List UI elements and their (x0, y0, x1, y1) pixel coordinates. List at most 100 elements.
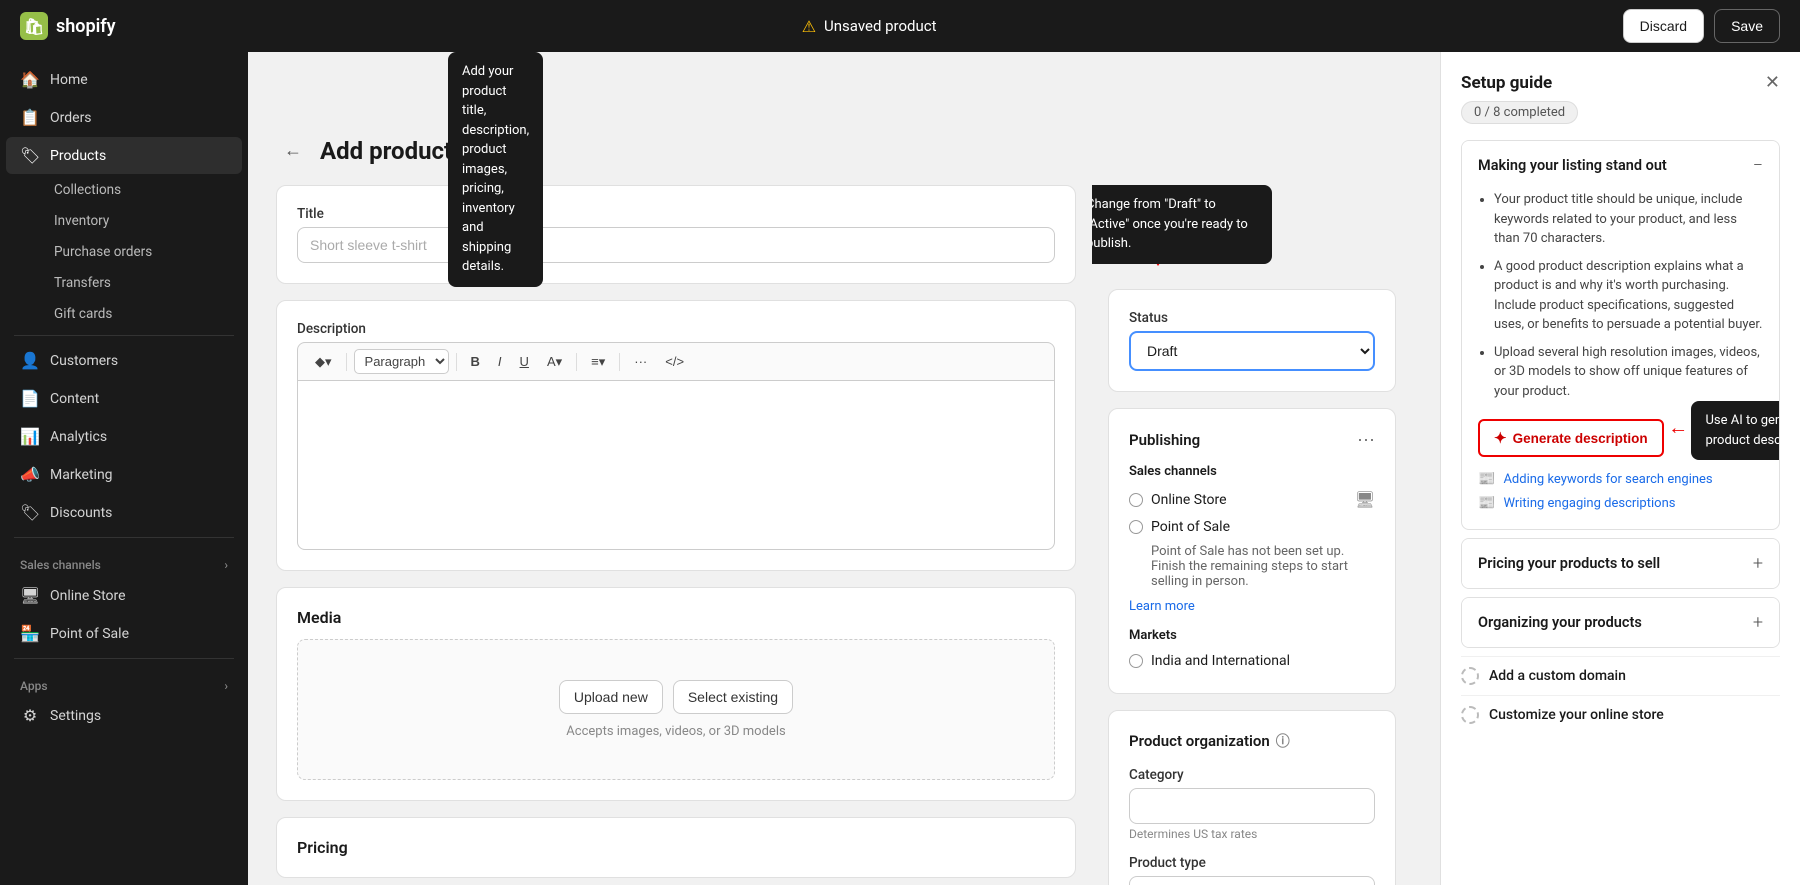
pos-icon: 🏪 (20, 624, 40, 643)
sidebar-item-online-store[interactable]: 🖥 Online Store (6, 577, 242, 614)
sidebar-item-label: Settings (50, 708, 101, 724)
discounts-icon: 🏷 (20, 503, 40, 522)
channel-radio-pos (1129, 520, 1143, 534)
guide-task-custom-domain[interactable]: Add a custom domain (1461, 656, 1780, 695)
toolbar-sep-2 (456, 353, 457, 371)
sidebar-item-products[interactable]: 🏷 Products (6, 137, 242, 174)
product-type-input[interactable] (1129, 876, 1375, 885)
guide-link-keywords-icon: 📰 (1478, 471, 1495, 487)
sidebar-item-home[interactable]: 🏠 Home (6, 61, 242, 98)
sidebar-item-customers[interactable]: 👤 Customers (6, 342, 242, 379)
sparkle-icon: ✦ (1494, 429, 1507, 447)
guide-bullet-2: A good product description explains what… (1494, 257, 1763, 335)
guide-section-pricing-header[interactable]: Pricing your products to sell + (1462, 539, 1779, 588)
guide-link-descriptions[interactable]: 📰 Writing engaging descriptions (1478, 491, 1763, 515)
sidebar-item-orders[interactable]: 📋 Orders (6, 99, 242, 136)
title-label: Title (297, 206, 1055, 222)
sidebar-divider-2 (14, 537, 234, 538)
media-upload-area: Upload new Select existing Accepts image… (297, 639, 1055, 780)
channel-item-online-store: Online Store 🖥 (1129, 485, 1375, 514)
toolbar-align[interactable]: ≡▾ (584, 350, 612, 374)
analytics-icon: 📊 (20, 427, 40, 446)
toolbar-code[interactable]: </> (658, 350, 691, 373)
sidebar-item-content[interactable]: 📄 Content (6, 380, 242, 417)
sales-channels-label: Sales channels (1129, 464, 1375, 479)
toolbar-format-btn[interactable]: ◆▾ (308, 350, 339, 374)
customers-icon: 👤 (20, 351, 40, 370)
media-card: Media Upload new Select existing Accepts… (276, 587, 1076, 801)
status-card: Status Draft Active (1108, 289, 1396, 392)
task-circle-custom-domain (1461, 667, 1479, 685)
marketing-icon: 📣 (20, 465, 40, 484)
task-label-custom-domain: Add a custom domain (1489, 668, 1626, 684)
sidebar-item-point-of-sale[interactable]: 🏪 Point of Sale (6, 615, 242, 652)
pricing-card: Pricing (276, 817, 1076, 878)
sidebar-products-submenu: Collections Inventory Purchase orders Tr… (0, 175, 248, 329)
save-button[interactable]: Save (1714, 9, 1780, 43)
guide-link-descriptions-icon: 📰 (1478, 495, 1495, 511)
warning-icon: ⚠ (802, 17, 816, 36)
setup-guide-close-button[interactable]: ✕ (1765, 72, 1780, 93)
sidebar-item-purchase-orders[interactable]: Purchase orders (44, 237, 242, 267)
two-col-layout: Title Description ◆▾ Paragraph B I (276, 185, 1412, 885)
top-nav-right: Discard Save (1623, 9, 1780, 43)
product-type-label: Product type (1129, 855, 1375, 871)
guide-section-listing-header[interactable]: Making your listing stand out − (1462, 141, 1779, 190)
toolbar-bold[interactable]: B (464, 350, 487, 373)
sidebar-item-inventory[interactable]: Inventory (44, 206, 242, 236)
description-label: Description (297, 321, 1055, 337)
top-nav-center: ⚠ Unsaved product (802, 17, 937, 36)
guide-section-listing-toggle: − (1753, 155, 1763, 176)
sidebar-item-transfers[interactable]: Transfers (44, 268, 242, 298)
publishing-more-button[interactable]: ··· (1357, 429, 1375, 450)
guide-task-customize-store[interactable]: Customize your online store (1461, 695, 1780, 734)
task-label-customize-store: Customize your online store (1489, 707, 1664, 723)
org-title: Product organization ⓘ (1129, 731, 1375, 751)
sidebar-item-collections[interactable]: Collections (44, 175, 242, 205)
category-hint: Determines US tax rates (1129, 827, 1375, 841)
toolbar-underline[interactable]: U (513, 350, 536, 373)
toolbar-sep-1 (346, 353, 347, 371)
guide-bullet-1: Your product title should be unique, inc… (1494, 190, 1763, 249)
sidebar-item-analytics[interactable]: 📊 Analytics (6, 418, 242, 455)
upload-new-button[interactable]: Upload new (559, 680, 663, 714)
generate-description-button[interactable]: ✦ Generate description (1478, 419, 1664, 457)
sales-channels-section: Sales channels › (0, 544, 248, 576)
sidebar-item-label: Online Store (50, 588, 126, 604)
toolbar-italic[interactable]: I (491, 350, 509, 373)
tooltip-product-info-box: Add your product title, description, pro… (448, 52, 543, 287)
select-existing-button[interactable]: Select existing (673, 680, 793, 714)
toolbar-more[interactable]: ··· (627, 350, 654, 373)
category-input[interactable] (1129, 788, 1375, 824)
paragraph-select[interactable]: Paragraph (354, 349, 449, 374)
page-title: Add product (320, 137, 452, 165)
status-label: Status (1129, 310, 1375, 326)
guide-section-pricing-title: Pricing your products to sell (1478, 555, 1660, 572)
guide-section-organizing-toggle: + (1753, 612, 1763, 633)
sidebar-item-marketing[interactable]: 📣 Marketing (6, 456, 242, 493)
top-nav: 🛍 shopify ⚠ Unsaved product Discard Save (0, 0, 1800, 52)
guide-bullet-3: Upload several high resolution images, v… (1494, 343, 1763, 402)
title-input[interactable] (297, 227, 1055, 263)
sidebar-item-gift-cards[interactable]: Gift cards (44, 299, 242, 329)
guide-section-organizing-header[interactable]: Organizing your products + (1462, 598, 1779, 647)
learn-more-link[interactable]: Learn more (1129, 599, 1195, 614)
description-editor[interactable] (297, 380, 1055, 550)
sidebar-item-discounts[interactable]: 🏷 Discounts (6, 494, 242, 531)
status-select[interactable]: Draft Active (1129, 331, 1375, 371)
sidebar-item-label: Home (50, 72, 88, 88)
category-label: Category (1129, 767, 1375, 783)
sidebar-item-label: Analytics (50, 429, 107, 445)
guide-link-keywords[interactable]: 📰 Adding keywords for search engines (1478, 467, 1763, 491)
market-radio-india (1129, 654, 1143, 668)
discard-button[interactable]: Discard (1623, 9, 1704, 43)
sidebar-item-label: Content (50, 391, 99, 407)
generate-btn-wrapper: ✦ Generate description Use AI to generat… (1478, 409, 1664, 467)
top-nav-left: 🛍 shopify (20, 12, 116, 40)
toolbar-color[interactable]: A▾ (540, 350, 569, 374)
sidebar-item-settings[interactable]: ⚙ Settings (6, 697, 242, 734)
page-status: Unsaved product (824, 17, 937, 35)
back-button[interactable]: ← (276, 136, 310, 165)
org-card: Product organization ⓘ Category Determin… (1108, 710, 1396, 885)
apps-section: Apps › (0, 665, 248, 697)
